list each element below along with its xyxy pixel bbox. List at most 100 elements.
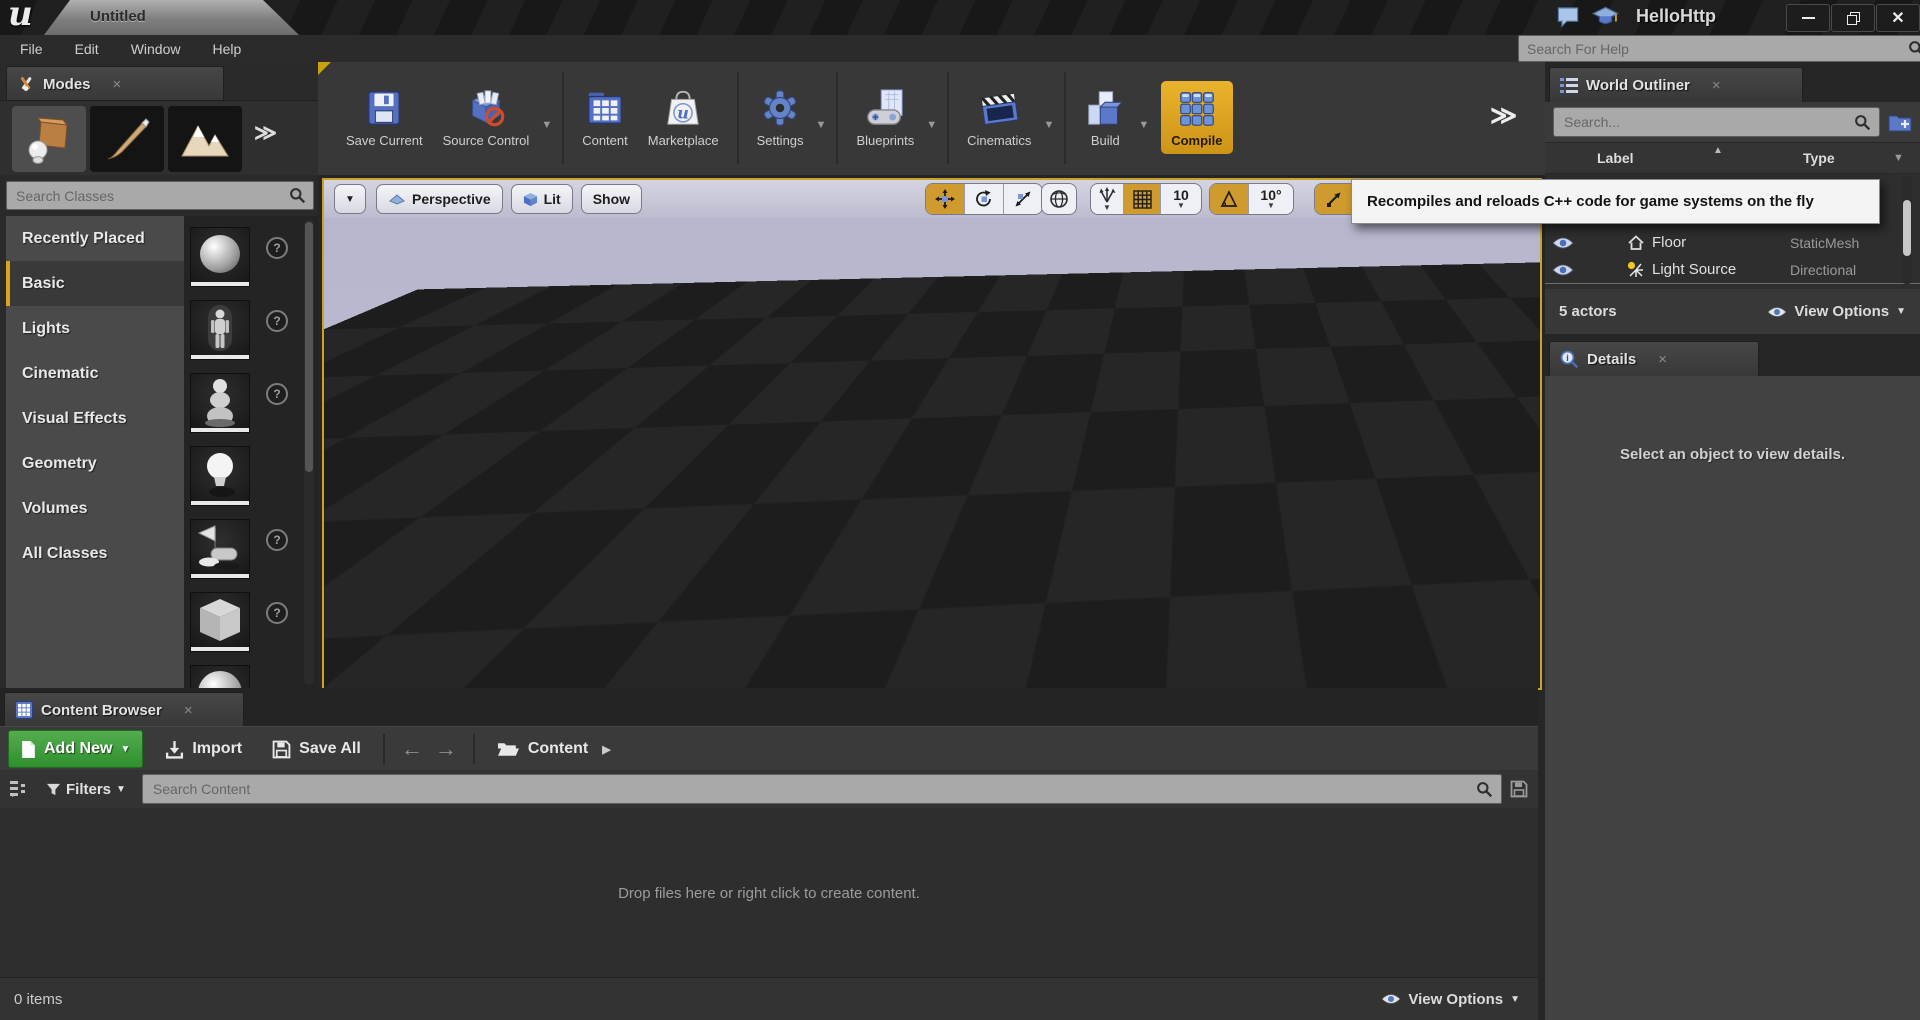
- source-control-dropdown-arrow[interactable]: ▼: [541, 105, 552, 131]
- outliner-search-input[interactable]: [1562, 113, 1854, 131]
- content-search[interactable]: [142, 774, 1502, 804]
- level-viewport[interactable]: X Y ? Level: Untitled (Persistent) ▼ Per…: [322, 178, 1542, 690]
- settings-dropdown-arrow[interactable]: ▼: [816, 105, 827, 131]
- modes-scrollbar-thumb[interactable]: [305, 222, 313, 472]
- place-mode-button[interactable]: [12, 106, 86, 172]
- player-start-actor[interactable]: [864, 353, 974, 468]
- modes-tab-close-icon[interactable]: ×: [113, 76, 122, 93]
- placeable-player-start[interactable]: [190, 519, 250, 579]
- perspective-button[interactable]: Perspective: [376, 184, 503, 214]
- outliner-row-floor[interactable]: Floor StaticMesh: [1545, 229, 1920, 256]
- scale-tool-button[interactable]: [1004, 184, 1042, 214]
- rotate-tool-button[interactable]: [965, 184, 1004, 214]
- rotation-snap-value[interactable]: 10° ▼: [1249, 184, 1293, 214]
- create-folder-icon[interactable]: [1888, 113, 1912, 132]
- modes-expand-chevron-icon[interactable]: ≫: [254, 120, 277, 146]
- help-badge[interactable]: ?: [266, 383, 288, 405]
- type-filter-icon[interactable]: ▼: [1893, 152, 1904, 164]
- help-search[interactable]: [1518, 35, 1920, 62]
- paint-mode-button[interactable]: [90, 106, 164, 172]
- scale-snap-toggle[interactable]: [1315, 184, 1354, 214]
- placeable-pawn[interactable]: [190, 373, 250, 433]
- feedback-bubble-icon[interactable]: [1556, 6, 1580, 28]
- save-all-button[interactable]: Save All: [260, 740, 373, 759]
- save-current-button[interactable]: Save Current: [336, 81, 433, 154]
- category-cinematic[interactable]: Cinematic: [6, 351, 184, 396]
- minimize-button[interactable]: [1786, 4, 1830, 32]
- details-tab-close-icon[interactable]: ×: [1658, 351, 1667, 368]
- viewport-help-icon[interactable]: ?: [342, 653, 366, 677]
- restore-button[interactable]: [1831, 4, 1875, 32]
- visibility-eye-icon[interactable]: [1552, 236, 1574, 250]
- category-volumes[interactable]: Volumes: [6, 486, 184, 531]
- outliner-scrollbar[interactable]: [1902, 176, 1912, 284]
- toolbar-overflow-chevron-icon[interactable]: ≫: [1490, 100, 1517, 131]
- category-recently-placed[interactable]: Recently Placed: [6, 216, 184, 261]
- import-button[interactable]: Import: [153, 740, 254, 759]
- category-basic[interactable]: Basic: [6, 261, 184, 306]
- placeable-character[interactable]: [190, 300, 250, 360]
- tutorials-cap-icon[interactable]: [1592, 5, 1619, 27]
- back-arrow-icon[interactable]: ←: [395, 736, 429, 762]
- category-lights[interactable]: Lights: [6, 306, 184, 351]
- modes-scrollbar[interactable]: [304, 220, 314, 684]
- placeable-cube[interactable]: [190, 592, 250, 652]
- forward-arrow-icon[interactable]: →: [429, 736, 463, 762]
- content-browser-tab-close-icon[interactable]: ×: [184, 702, 193, 719]
- landscape-mode-button[interactable]: [168, 106, 242, 172]
- blueprints-dropdown-arrow[interactable]: ▼: [926, 105, 937, 131]
- type-column-header[interactable]: Type: [1803, 150, 1835, 166]
- grid-snap-toggle[interactable]: [1124, 184, 1161, 214]
- save-search-icon[interactable]: [1510, 780, 1528, 798]
- build-button[interactable]: Build: [1074, 81, 1136, 154]
- sources-panel-toggle-icon[interactable]: [10, 780, 32, 798]
- close-button[interactable]: ✕: [1876, 4, 1920, 32]
- menu-file[interactable]: File: [4, 37, 59, 61]
- grid-snap-value[interactable]: 10 ▼: [1161, 184, 1201, 214]
- label-column-header[interactable]: Label: [1597, 150, 1634, 166]
- content-view-options-button[interactable]: View Options ▼: [1381, 991, 1520, 1008]
- settings-button[interactable]: Settings: [747, 81, 814, 154]
- level-document-tab[interactable]: Untitled: [44, 0, 299, 35]
- blueprints-button[interactable]: Blueprints: [846, 81, 924, 154]
- outliner-scrollbar-thumb[interactable]: [1903, 200, 1911, 256]
- help-badge[interactable]: ?: [266, 310, 288, 332]
- help-badge[interactable]: ?: [266, 602, 288, 624]
- category-geometry[interactable]: Geometry: [6, 441, 184, 486]
- category-all-classes[interactable]: All Classes: [6, 531, 184, 576]
- modes-tab[interactable]: Modes ×: [6, 66, 224, 101]
- outliner-view-options-button[interactable]: View Options ▼: [1767, 303, 1906, 320]
- lit-mode-button[interactable]: Lit: [511, 184, 573, 214]
- menu-window[interactable]: Window: [115, 37, 197, 61]
- outliner-search[interactable]: [1553, 107, 1880, 137]
- cinematics-button[interactable]: Cinematics: [957, 81, 1041, 154]
- search-classes[interactable]: [6, 181, 314, 210]
- show-menu-button[interactable]: Show: [581, 184, 642, 214]
- placeable-sphere-2[interactable]: [190, 665, 250, 688]
- world-outliner-tab[interactable]: World Outliner ×: [1549, 67, 1803, 102]
- placeable-point-light[interactable]: [190, 446, 250, 506]
- world-local-toggle[interactable]: [1041, 183, 1077, 215]
- rotation-snap-toggle[interactable]: [1210, 184, 1249, 214]
- level-name[interactable]: Untitled (Persistent): [1362, 654, 1514, 671]
- help-search-input[interactable]: [1525, 40, 1908, 58]
- placeable-sphere[interactable]: [190, 227, 250, 287]
- help-badge[interactable]: ?: [266, 529, 288, 551]
- outliner-row-light-source[interactable]: Light Source Directional: [1545, 256, 1920, 284]
- compile-button[interactable]: Compile: [1161, 81, 1232, 154]
- marketplace-button[interactable]: u Marketplace: [638, 81, 729, 154]
- menu-edit[interactable]: Edit: [59, 37, 115, 61]
- help-badge[interactable]: ?: [266, 237, 288, 259]
- breadcrumb-content-folder[interactable]: Content ▶: [485, 740, 623, 758]
- content-button[interactable]: Content: [572, 81, 638, 154]
- filters-button[interactable]: Filters ▼: [46, 781, 126, 798]
- world-outliner-tab-close-icon[interactable]: ×: [1712, 77, 1721, 94]
- content-search-input[interactable]: [151, 780, 1476, 798]
- content-browser-tab[interactable]: Content Browser ×: [4, 692, 244, 727]
- asset-drop-area[interactable]: Drop files here or right click to create…: [0, 808, 1538, 978]
- build-dropdown-arrow[interactable]: ▼: [1138, 105, 1149, 131]
- surface-snap-button[interactable]: ▼: [1091, 184, 1124, 214]
- search-classes-input[interactable]: [14, 187, 289, 205]
- category-visual-effects[interactable]: Visual Effects: [6, 396, 184, 441]
- move-tool-button[interactable]: [926, 184, 965, 214]
